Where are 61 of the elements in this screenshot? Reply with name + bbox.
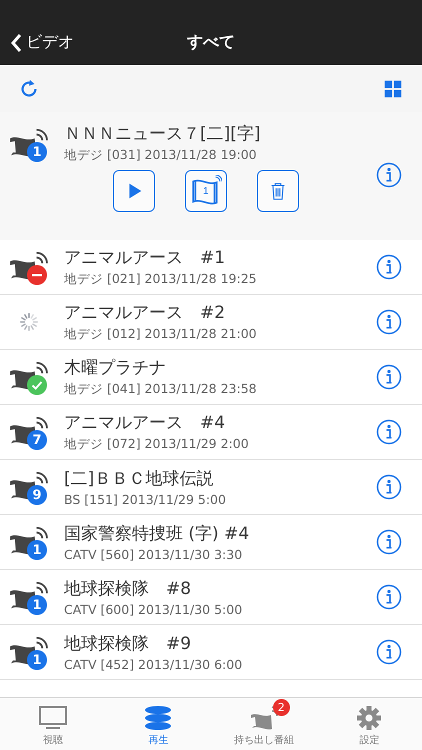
info-icon[interactable] xyxy=(376,254,402,280)
back-button[interactable]: ビデオ xyxy=(10,32,74,53)
program-title: 国家警察特捜班 (字) #4 xyxy=(64,523,250,545)
info-icon[interactable] xyxy=(376,162,402,188)
info-icon[interactable] xyxy=(376,474,402,500)
channel-datetime: CATV [600] 2013/11/30 5:00 xyxy=(64,602,244,617)
antenna-flag-icon xyxy=(248,705,279,731)
transfer-button[interactable]: 1 xyxy=(185,170,227,212)
program-title: アニマルアース #1 xyxy=(64,247,226,269)
notification-badge: 2 xyxy=(272,699,290,716)
tab[interactable]: 視聴 xyxy=(0,698,106,750)
channel-datetime: CATV [452] 2013/11/30 6:00 xyxy=(64,657,244,672)
play-button[interactable] xyxy=(113,170,155,212)
channel-datetime: 地デジ [021] 2013/11/28 19:25 xyxy=(64,271,258,288)
program-title: アニマルアース #4 xyxy=(64,412,226,434)
list-item[interactable]: 9 [二]ＢＢＣ地球伝説 BS [151] 2013/11/29 5:00 xyxy=(0,460,422,515)
info-icon[interactable] xyxy=(376,529,402,555)
error-badge-icon xyxy=(27,265,47,285)
list-item[interactable]: アニマルアース #1 地デジ [021] 2013/11/28 19:25 xyxy=(0,240,422,295)
list-item[interactable]: 1 国家警察特捜班 (字) #4 CATV [560] 2013/11/30 3:30 xyxy=(0,515,422,570)
list-item[interactable]: 1 地球探検隊 #9 CATV [452] 2013/11/30 6:00 xyxy=(0,625,422,680)
tab[interactable]: 再生 xyxy=(106,698,211,750)
list-item[interactable]: アニマルアース #2 地デジ [012] 2013/11/28 21:00 xyxy=(0,295,422,350)
info-icon[interactable] xyxy=(376,584,402,610)
channel-datetime: BS [151] 2013/11/29 5:00 xyxy=(64,492,227,507)
chevron-left-icon xyxy=(10,32,22,52)
program-title: アニマルアース #2 xyxy=(64,302,226,324)
program-title: ＮＮＮニュース７[二][字] xyxy=(64,123,262,145)
tab[interactable]: 設定 xyxy=(316,698,422,750)
count-label: 1 xyxy=(203,186,209,197)
list-item[interactable]: 1 地球探検隊 #8 CATV [600] 2013/11/30 5:00 xyxy=(0,570,422,625)
count-badge: 7 xyxy=(27,430,47,450)
channel-datetime: 地デジ [041] 2013/11/28 23:58 xyxy=(64,381,258,398)
list-item[interactable]: 7 アニマルアース #4 地デジ [072] 2013/11/29 2:00 xyxy=(0,405,422,460)
count-badge: 1 xyxy=(27,540,47,560)
channel-datetime: CATV [560] 2013/11/30 3:30 xyxy=(64,547,244,562)
count-badge: 1 xyxy=(27,650,47,670)
list-item[interactable]: 木曜プラチナ 地デジ [041] 2013/11/28 23:58 xyxy=(0,350,422,405)
channel-datetime: 地デジ [072] 2013/11/29 2:00 xyxy=(64,436,250,453)
delete-button[interactable] xyxy=(257,170,299,212)
info-icon[interactable] xyxy=(376,419,402,445)
info-icon[interactable] xyxy=(376,639,402,665)
antenna-flag-icon xyxy=(190,175,222,207)
loading-spinner-icon xyxy=(18,311,40,333)
program-title: 木曜プラチナ xyxy=(64,357,167,379)
check-badge-icon xyxy=(27,375,47,395)
count-badge: 1 xyxy=(27,595,47,615)
channel-datetime: 地デジ [031] 2013/11/28 19:00 xyxy=(64,147,258,164)
info-icon[interactable] xyxy=(376,309,402,335)
channel-datetime: 地デジ [012] 2013/11/28 21:00 xyxy=(64,326,258,343)
count-badge: 9 xyxy=(27,485,47,505)
info-icon[interactable] xyxy=(376,364,402,390)
tab[interactable]: 2 持ち出し番組 xyxy=(211,698,316,750)
count-badge: 1 xyxy=(27,142,47,162)
screen-title: すべて xyxy=(187,32,235,53)
program-title: [二]ＢＢＣ地球伝説 xyxy=(64,468,214,490)
monitor-icon xyxy=(38,705,68,731)
program-title: 地球探検隊 #8 xyxy=(64,578,192,600)
expanded-list-item[interactable]: 1 ＮＮＮニュース７[二][字] 地デジ [031] 2013/11/28 19:00 1 xyxy=(0,112,422,240)
program-title: 地球探検隊 #9 xyxy=(64,633,192,655)
stack-icon xyxy=(143,705,174,731)
